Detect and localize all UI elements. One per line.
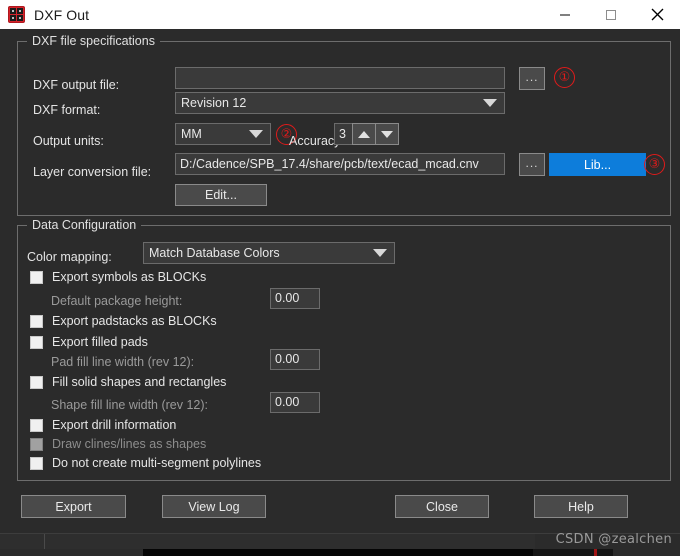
output-units-select[interactable]: MM bbox=[175, 123, 271, 145]
browse-output-file-button[interactable]: ... bbox=[519, 67, 545, 90]
checkbox-label: Export filled pads bbox=[52, 335, 148, 349]
output-units-value: MM bbox=[181, 127, 202, 141]
checkbox-label: Fill solid shapes and rectangles bbox=[52, 375, 227, 389]
layer-conversion-file-input[interactable]: D:/Cadence/SPB_17.4/share/pcb/text/ecad_… bbox=[175, 153, 505, 175]
dxf-out-window: DXF Out DXF file specifications DXF outp… bbox=[0, 0, 680, 556]
dialog-body: DXF file specifications DXF output file:… bbox=[0, 29, 680, 527]
dxf-app-icon bbox=[8, 6, 25, 23]
background-bar-secondary bbox=[533, 549, 613, 556]
color-mapping-select[interactable]: Match Database Colors bbox=[143, 242, 395, 264]
watermark-text: CSDN @zealchen bbox=[555, 532, 672, 547]
background-cell-a bbox=[0, 534, 45, 549]
checkbox-box-icon bbox=[30, 418, 43, 432]
checkbox-export-drill-information[interactable]: Export drill information bbox=[30, 418, 176, 432]
background-cell-b bbox=[45, 534, 535, 549]
label-color-mapping: Color mapping: bbox=[27, 250, 112, 264]
chevron-down-icon bbox=[249, 130, 263, 138]
checkbox-box-icon bbox=[30, 437, 43, 451]
label-dxf-format: DXF format: bbox=[33, 103, 101, 117]
lib-button[interactable]: Lib... bbox=[549, 153, 646, 176]
dxf-format-value: Revision 12 bbox=[181, 96, 247, 110]
chevron-down-icon bbox=[483, 99, 497, 107]
browse-layer-conversion-button[interactable]: ... bbox=[519, 153, 545, 176]
triangle-down-icon bbox=[381, 130, 393, 138]
checkbox-export-symbols-as-blocks[interactable]: Export symbols as BLOCKs bbox=[30, 270, 206, 284]
accuracy-increment-button[interactable] bbox=[352, 123, 376, 145]
checkbox-box-icon bbox=[30, 456, 43, 470]
checkbox-box-icon bbox=[30, 270, 43, 284]
close-button[interactable]: Close bbox=[395, 495, 489, 518]
checkbox-label: Do not create multi-segment polylines bbox=[52, 456, 262, 470]
checkbox-export-filled-pads[interactable]: Export filled pads bbox=[30, 335, 148, 349]
background-bar bbox=[143, 549, 533, 556]
label-output-units: Output units: bbox=[33, 134, 104, 148]
label-dxf-output-file: DXF output file: bbox=[33, 78, 120, 92]
dxf-format-select[interactable]: Revision 12 bbox=[175, 92, 505, 114]
label-pad-fill-line-width: Pad fill line width (rev 12): bbox=[51, 355, 195, 369]
triangle-up-icon bbox=[358, 130, 370, 138]
color-mapping-value: Match Database Colors bbox=[149, 246, 280, 260]
annotation-3: ③ bbox=[644, 154, 665, 175]
title-bar: DXF Out bbox=[0, 0, 680, 29]
label-layer-conversion-file: Layer conversion file: bbox=[33, 165, 152, 179]
export-button[interactable]: Export bbox=[21, 495, 126, 518]
checkbox-label: Export padstacks as BLOCKs bbox=[52, 314, 217, 328]
checkbox-label: Draw clines/lines as shapes bbox=[52, 437, 207, 451]
checkbox-export-padstacks-as-blocks[interactable]: Export padstacks as BLOCKs bbox=[30, 314, 217, 328]
maximize-icon[interactable] bbox=[588, 0, 634, 29]
window-title: DXF Out bbox=[34, 6, 90, 23]
accuracy-decrement-button[interactable] bbox=[375, 123, 399, 145]
close-icon[interactable] bbox=[634, 0, 680, 29]
group-title-data: Data Configuration bbox=[27, 218, 142, 232]
default-package-height-input[interactable]: 0.00 bbox=[270, 288, 320, 309]
help-button[interactable]: Help bbox=[534, 495, 628, 518]
chevron-down-icon bbox=[373, 249, 387, 257]
label-default-package-height: Default package height: bbox=[51, 294, 183, 308]
pad-fill-line-width-input[interactable]: 0.00 bbox=[270, 349, 320, 370]
checkbox-draw-clines-lines-as-shapes: Draw clines/lines as shapes bbox=[30, 437, 206, 451]
checkbox-box-icon bbox=[30, 314, 43, 328]
checkbox-do-not-create-multi-segment-polylines[interactable]: Do not create multi-segment polylines bbox=[30, 456, 261, 470]
checkbox-box-icon bbox=[30, 335, 43, 349]
background-red-tick bbox=[594, 549, 597, 556]
edit-button[interactable]: Edit... bbox=[175, 184, 267, 206]
checkbox-label: Export drill information bbox=[52, 418, 177, 432]
minimize-icon[interactable] bbox=[542, 0, 588, 29]
shape-fill-line-width-input[interactable]: 0.00 bbox=[270, 392, 320, 413]
group-title-specs: DXF file specifications bbox=[27, 34, 160, 48]
annotation-1: ① bbox=[554, 67, 575, 88]
checkbox-label: Export symbols as BLOCKs bbox=[52, 270, 207, 284]
checkbox-box-icon bbox=[30, 375, 43, 389]
dxf-output-file-input[interactable] bbox=[175, 67, 505, 89]
checkbox-fill-solid-shapes-and-rectangles[interactable]: Fill solid shapes and rectangles bbox=[30, 375, 226, 389]
window-controls bbox=[542, 0, 680, 29]
label-shape-fill-line-width: Shape fill line width (rev 12): bbox=[51, 398, 209, 412]
view-log-button[interactable]: View Log bbox=[162, 495, 266, 518]
